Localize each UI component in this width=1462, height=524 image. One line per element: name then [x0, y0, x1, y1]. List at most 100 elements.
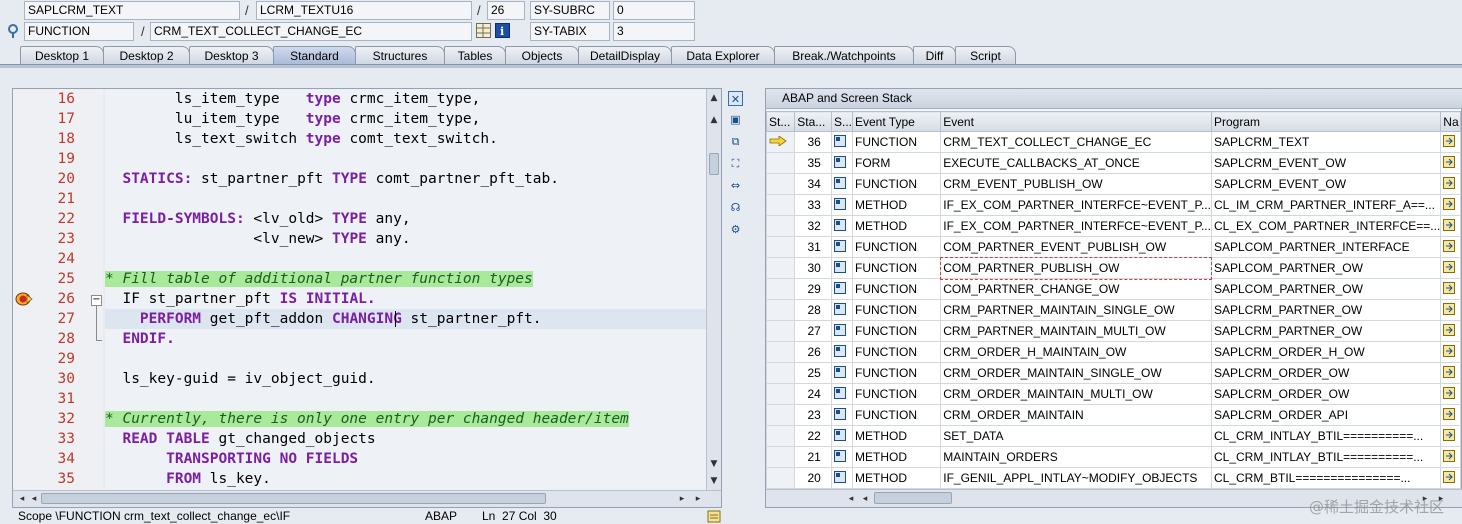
- navigate-icon[interactable]: [1443, 239, 1456, 252]
- screen-cell[interactable]: [830, 194, 854, 216]
- scroll-up-icon[interactable]: ▲: [707, 113, 721, 127]
- event-cell[interactable]: IF_GENIL_APPL_INTLAY~MODIFY_OBJECTS: [940, 467, 1212, 489]
- navigate-icon[interactable]: [1443, 365, 1456, 378]
- table-row[interactable]: 22 METHOD SET_DATA CL_CRM_INTLAY_BTIL======…: [765, 425, 1461, 447]
- table-row[interactable]: 33 METHOD IF_EX_COM_PARTNER_INTERFCE~EVENT…: [765, 194, 1461, 216]
- screen-cell[interactable]: [830, 362, 854, 384]
- type-cell[interactable]: FUNCTION: [851, 173, 942, 195]
- type-cell[interactable]: METHOD: [851, 446, 942, 468]
- screen-cell[interactable]: [830, 299, 854, 321]
- screen-cell[interactable]: [830, 257, 854, 279]
- program-cell[interactable]: SAPLCOM_PARTNER_OW: [1210, 278, 1442, 300]
- table-row[interactable]: 24 FUNCTION CRM_ORDER_MAINTAIN_MULTI_OW SAP…: [765, 383, 1461, 405]
- screen-cell[interactable]: [830, 152, 854, 174]
- scroll-right-icon[interactable]: ▸: [691, 492, 705, 506]
- code-line[interactable]: ls_text_switch type comt_text_switch.: [105, 129, 498, 149]
- program-cell[interactable]: CL_CRM_BTIL===============...: [1210, 467, 1442, 489]
- navigate-cell[interactable]: [1440, 299, 1461, 321]
- navigate-cell[interactable]: [1440, 131, 1461, 153]
- program-cell[interactable]: SAPLCOM_PARTNER_OW: [1210, 257, 1442, 279]
- resize-icon[interactable]: ⇔: [728, 178, 743, 193]
- type-cell[interactable]: FUNCTION: [851, 383, 942, 405]
- code-line[interactable]: ls_item_type type crmc_item_type,: [105, 89, 481, 109]
- event-type-field[interactable]: FUNCTION: [24, 22, 134, 41]
- breakpoint-icon[interactable]: [15, 292, 33, 309]
- type-cell[interactable]: FUNCTION: [851, 404, 942, 426]
- code-line[interactable]: STATICS: st_partner_pft TYPE comt_partne…: [105, 169, 559, 189]
- type-cell[interactable]: FUNCTION: [851, 236, 942, 258]
- screen-cell[interactable]: [830, 341, 854, 363]
- event-cell[interactable]: CRM_ORDER_MAINTAIN_SINGLE_OW: [940, 362, 1212, 384]
- type-cell[interactable]: FUNCTION: [851, 278, 942, 300]
- program-cell[interactable]: SAPLCRM_ORDER_API: [1210, 404, 1442, 426]
- event-cell[interactable]: IF_EX_COM_PARTNER_INTERFCE~EVENT_P...: [940, 194, 1212, 216]
- screen-cell[interactable]: [830, 446, 854, 468]
- navigate-cell[interactable]: [1440, 362, 1461, 384]
- event-cell[interactable]: COM_PARTNER_PUBLISH_OW: [939, 256, 1213, 280]
- table-row[interactable]: 30 FUNCTION COM_PARTNER_PUBLISH_OW SAPLCOM_…: [765, 256, 1461, 280]
- navigate-icon[interactable]: [1443, 155, 1456, 168]
- scroll-thumb[interactable]: [41, 493, 546, 504]
- new-window-icon[interactable]: ▣: [728, 112, 743, 127]
- screen-cell[interactable]: [830, 320, 854, 342]
- type-cell[interactable]: METHOD: [851, 194, 942, 216]
- info-icon[interactable]: i: [495, 23, 511, 39]
- navigate-icon[interactable]: [1443, 407, 1456, 420]
- tab-desktop-2[interactable]: Desktop 2: [103, 46, 190, 65]
- event-cell[interactable]: CRM_ORDER_H_MAINTAIN_OW: [940, 341, 1212, 363]
- source-editor[interactable]: − 16 17 18 19 20 21 22 23 24 25 26 27 28 29 30 31 32 33 34…: [12, 88, 722, 508]
- event-cell[interactable]: CRM_TEXT_COLLECT_CHANGE_EC: [940, 131, 1212, 153]
- program-cell[interactable]: SAPLCRM_ORDER_OW: [1210, 362, 1442, 384]
- collapse-icon[interactable]: −: [91, 295, 102, 306]
- program-cell[interactable]: CL_EX_COM_PARTNER_INTERFCE==...: [1210, 215, 1442, 237]
- scroll-up-icon[interactable]: ▲: [707, 91, 721, 105]
- table-row[interactable]: 35 FORM EXECUTE_CALLBACKS_AT_ONCE SAPLCRM_E…: [765, 152, 1461, 174]
- copy-icon[interactable]: ⧉: [728, 134, 743, 149]
- type-cell[interactable]: FUNCTION: [851, 257, 942, 279]
- event-cell[interactable]: IF_EX_COM_PARTNER_INTERFCE~EVENT_P...: [940, 215, 1212, 237]
- event-cell[interactable]: CRM_PARTNER_MAINTAIN_MULTI_OW: [940, 320, 1212, 342]
- line-number-field[interactable]: 26: [487, 1, 525, 20]
- program-cell[interactable]: SAPLCRM_TEXT: [1210, 131, 1442, 153]
- table-row[interactable]: 31 FUNCTION COM_PARTNER_EVENT_PUBLISH_OW SA…: [765, 236, 1461, 258]
- column-header[interactable]: St...: [765, 111, 796, 132]
- navigate-icon[interactable]: [1443, 449, 1456, 462]
- program-cell[interactable]: CL_CRM_INTLAY_BTIL==========...: [1210, 425, 1442, 447]
- code-line[interactable]: PERFORM get_pft_addon CHANGING st_partne…: [105, 309, 542, 329]
- event-cell[interactable]: COM_PARTNER_CHANGE_OW: [940, 278, 1212, 300]
- table-row[interactable]: 25 FUNCTION CRM_ORDER_MAINTAIN_SINGLE_OW SA…: [765, 362, 1461, 384]
- navigate-icon[interactable]: [1443, 176, 1456, 189]
- type-cell[interactable]: FORM: [851, 152, 942, 174]
- event-field[interactable]: CRM_TEXT_COLLECT_CHANGE_EC: [150, 22, 472, 41]
- event-cell[interactable]: CRM_ORDER_MAINTAIN: [940, 404, 1212, 426]
- code-line[interactable]: IF st_partner_pft IS INITIAL.: [105, 289, 375, 309]
- screen-cell[interactable]: [830, 278, 854, 300]
- navigate-icon[interactable]: [1443, 344, 1456, 357]
- program-field[interactable]: SAPLCRM_TEXT: [24, 1, 240, 20]
- screen-cell[interactable]: [830, 425, 854, 447]
- navigate-icon[interactable]: [1443, 470, 1456, 483]
- screen-cell[interactable]: [830, 383, 854, 405]
- table-row[interactable]: 29 FUNCTION COM_PARTNER_CHANGE_OW SAPLCOM_P…: [765, 278, 1461, 300]
- type-cell[interactable]: METHOD: [851, 467, 942, 489]
- event-cell[interactable]: SET_DATA: [940, 425, 1212, 447]
- tab-desktop-1[interactable]: Desktop 1: [20, 46, 104, 65]
- screen-cell[interactable]: [830, 173, 854, 195]
- table-row[interactable]: 23 FUNCTION CRM_ORDER_MAINTAIN SAPLCRM_ORDE…: [765, 404, 1461, 426]
- navigate-cell[interactable]: [1440, 467, 1461, 489]
- tab-script[interactable]: Script: [955, 46, 1016, 65]
- table-row[interactable]: 20 METHOD IF_GENIL_APPL_INTLAY~MODIFY_OBJE…: [765, 467, 1461, 489]
- navigate-icon[interactable]: [1443, 260, 1456, 273]
- screen-cell[interactable]: [830, 131, 854, 153]
- scroll-down-icon[interactable]: ▼: [707, 474, 721, 488]
- navigate-icon[interactable]: [1443, 134, 1456, 147]
- event-cell[interactable]: CRM_PARTNER_MAINTAIN_SINGLE_OW: [940, 299, 1212, 321]
- editor-horizontal-scrollbar[interactable]: ◂ ◂ ▸ ▸: [13, 490, 721, 507]
- type-cell[interactable]: FUNCTION: [851, 299, 942, 321]
- include-field[interactable]: LCRM_TEXTU16: [256, 1, 472, 20]
- editor-vertical-scrollbar[interactable]: ▲ ▲ ▼ ▼: [706, 89, 721, 491]
- scroll-right-icon[interactable]: ▸: [675, 492, 689, 506]
- type-cell[interactable]: FUNCTION: [851, 131, 942, 153]
- tab-break-watchpoints[interactable]: Break./Watchpoints: [774, 46, 914, 65]
- type-cell[interactable]: METHOD: [851, 425, 942, 447]
